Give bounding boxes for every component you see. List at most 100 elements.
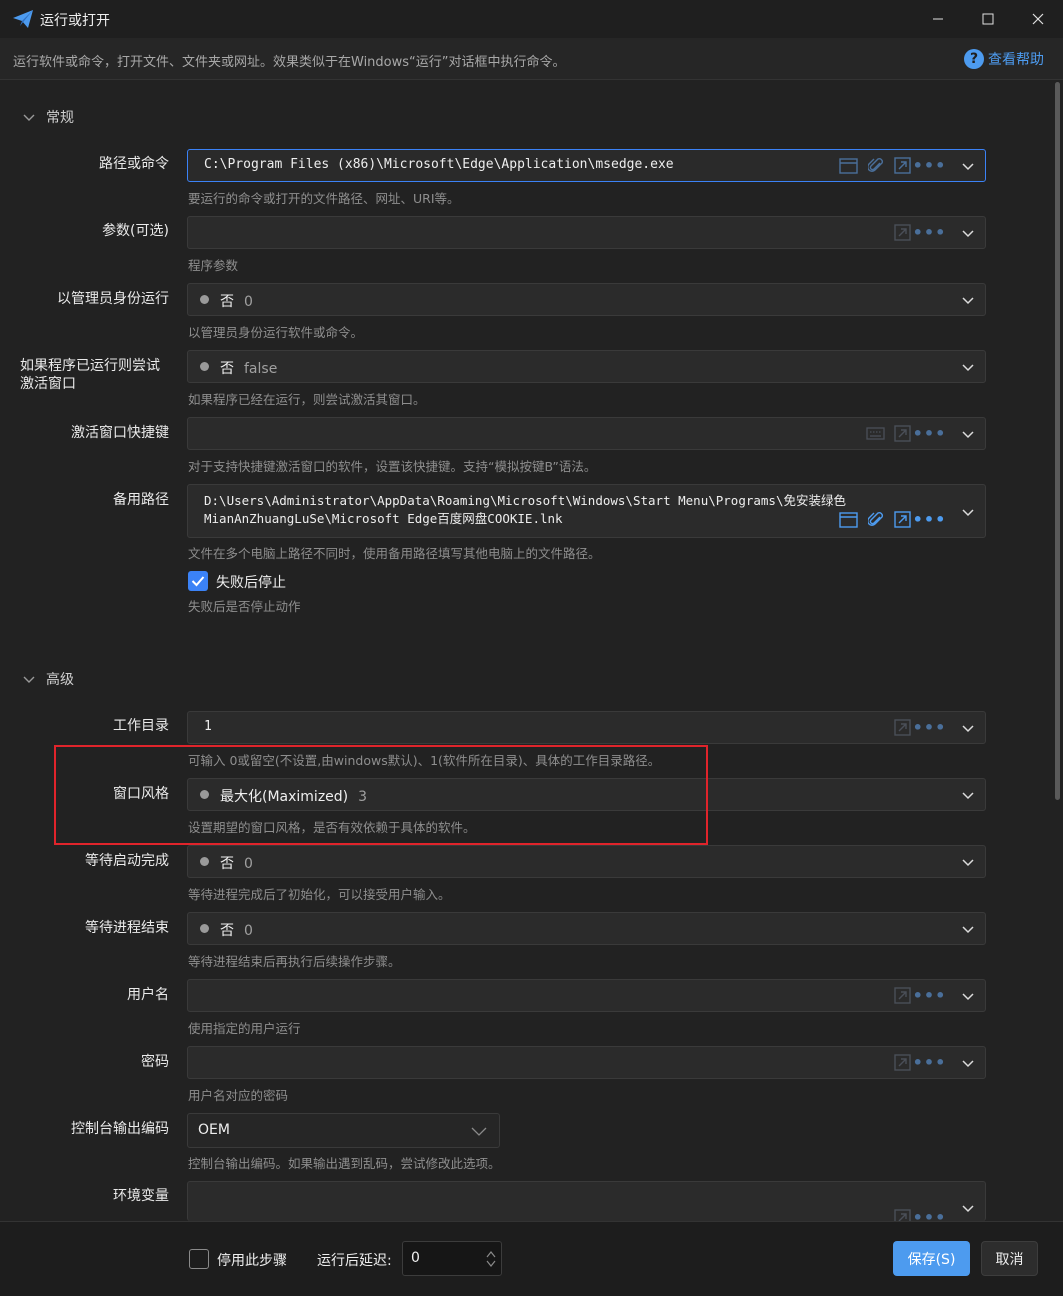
- open-external-icon[interactable]: [893, 510, 912, 529]
- close-button[interactable]: [1013, 0, 1063, 38]
- username-label: 用户名: [127, 987, 169, 1003]
- more-icon[interactable]: •••: [913, 986, 946, 1005]
- chevron-down-icon[interactable]: [961, 1056, 975, 1070]
- attach-icon[interactable]: [866, 510, 885, 529]
- section-title: 高级: [46, 672, 74, 688]
- maximize-button[interactable]: [963, 0, 1013, 38]
- wait-start-selected-value: 0: [244, 856, 253, 872]
- workdir-input[interactable]: 1 •••: [187, 711, 986, 744]
- path-label: 路径或命令: [99, 156, 169, 172]
- admin-select[interactable]: 否0: [187, 283, 986, 316]
- path-input[interactable]: C:\Program Files (x86)\Microsoft\Edge\Ap…: [187, 149, 986, 182]
- minimize-icon: [933, 18, 943, 20]
- activate-hint: 如果程序已经在运行，则尝试激活其窗口。: [188, 392, 426, 407]
- args-label: 参数(可选): [102, 223, 169, 239]
- save-button[interactable]: 保存(S): [893, 1241, 970, 1276]
- stop-on-fail-hint: 失败后是否停止动作: [188, 599, 301, 614]
- chevron-down-icon[interactable]: [961, 721, 975, 735]
- wait-start-select[interactable]: 否0: [187, 845, 986, 878]
- open-external-icon[interactable]: [893, 156, 912, 175]
- minimize-button[interactable]: [913, 0, 963, 38]
- username-input[interactable]: •••: [187, 979, 986, 1012]
- status-dot: [200, 924, 209, 933]
- hotkey-hint: 对于支持快捷键激活窗口的软件，设置该快捷键。支持“模拟按键B”语法。: [188, 459, 597, 474]
- chevron-down-icon[interactable]: [961, 159, 975, 173]
- open-external-icon[interactable]: [893, 986, 912, 1005]
- activate-selected: 否: [220, 361, 234, 377]
- attach-icon[interactable]: [866, 156, 885, 175]
- status-dot: [200, 295, 209, 304]
- help-label: 查看帮助: [988, 52, 1044, 68]
- chevron-down-icon[interactable]: [961, 505, 975, 519]
- more-icon[interactable]: •••: [913, 510, 946, 529]
- workdir-value: 1: [204, 719, 212, 734]
- chevron-down-icon[interactable]: [961, 922, 975, 936]
- password-label: 密码: [141, 1054, 169, 1070]
- more-icon[interactable]: •••: [913, 1053, 946, 1072]
- wait-start-selected: 否: [220, 856, 234, 872]
- more-icon[interactable]: •••: [913, 718, 946, 737]
- wait-end-select[interactable]: 否0: [187, 912, 986, 945]
- admin-selected-value: 0: [244, 294, 253, 310]
- backup-path-line1: D:\Users\Administrator\AppData\Roaming\M…: [204, 493, 846, 508]
- chevron-down-icon[interactable]: [961, 226, 975, 240]
- password-input[interactable]: •••: [187, 1046, 986, 1079]
- chevron-down-icon[interactable]: [961, 360, 975, 374]
- env-input[interactable]: •••: [187, 1181, 986, 1227]
- keyboard-icon[interactable]: [866, 424, 885, 443]
- encoding-select[interactable]: OEM: [187, 1113, 500, 1148]
- wait-start-label: 等待启动完成: [85, 853, 169, 869]
- open-external-icon[interactable]: [893, 1053, 912, 1072]
- username-hint: 使用指定的用户运行: [188, 1021, 301, 1036]
- encoding-hint: 控制台输出编码。如果输出遇到乱码，尝试修改此选项。: [188, 1156, 501, 1171]
- more-icon[interactable]: •••: [913, 156, 946, 175]
- delay-input[interactable]: 0: [402, 1241, 502, 1276]
- encoding-selected: OEM: [198, 1122, 230, 1138]
- activate-label: 如果程序已运行则尝试激活窗口: [20, 358, 160, 392]
- chevron-down-icon[interactable]: [961, 1201, 975, 1215]
- checkmark-icon: [191, 576, 205, 587]
- chevron-down-icon[interactable]: [961, 293, 975, 307]
- section-general-header[interactable]: 常规: [22, 107, 74, 127]
- help-link[interactable]: ? 查看帮助: [964, 49, 1044, 69]
- wait-end-selected-value: 0: [244, 923, 253, 939]
- args-input[interactable]: •••: [187, 216, 986, 249]
- cancel-button[interactable]: 取消: [981, 1241, 1038, 1276]
- help-icon: ?: [964, 49, 984, 69]
- window-icon[interactable]: [839, 510, 858, 529]
- stop-on-fail-checkbox[interactable]: [188, 571, 208, 591]
- window-icon[interactable]: [839, 156, 858, 175]
- path-value: C:\Program Files (x86)\Microsoft\Edge\Ap…: [204, 157, 674, 172]
- more-icon[interactable]: •••: [913, 223, 946, 242]
- paper-plane-icon: [13, 10, 33, 28]
- spinner-icon[interactable]: [485, 1249, 497, 1269]
- stop-on-fail-label[interactable]: 失败后停止: [216, 572, 286, 592]
- status-dot: [200, 362, 209, 371]
- chevron-down-icon[interactable]: [961, 855, 975, 869]
- hotkey-input[interactable]: •••: [187, 417, 986, 450]
- chevron-down-icon[interactable]: [961, 788, 975, 802]
- delay-value: 0: [411, 1250, 420, 1266]
- vertical-scrollbar[interactable]: [1055, 82, 1060, 800]
- status-dot: [200, 857, 209, 866]
- chevron-down-icon[interactable]: [961, 989, 975, 1003]
- section-advanced-header[interactable]: 高级: [22, 669, 74, 689]
- backup-path-line2: MianAnZhuangLuSe\Microsoft Edge百度网盘COOKI…: [204, 511, 563, 526]
- open-external-icon[interactable]: [893, 424, 912, 443]
- backup-path-input[interactable]: D:\Users\Administrator\AppData\Roaming\M…: [187, 484, 986, 538]
- open-external-icon[interactable]: [893, 223, 912, 242]
- wait-end-label: 等待进程结束: [85, 920, 169, 936]
- backup-label: 备用路径: [113, 492, 169, 508]
- disable-step-checkbox[interactable]: [189, 1249, 209, 1269]
- title-bar: 运行或打开: [0, 0, 1063, 38]
- open-external-icon[interactable]: [893, 718, 912, 737]
- maximize-icon: [982, 13, 994, 25]
- chevron-down-icon: [23, 114, 35, 121]
- more-icon[interactable]: •••: [913, 424, 946, 443]
- path-hint: 要运行的命令或打开的文件路径、网址、URI等。: [188, 191, 460, 206]
- disable-step-label[interactable]: 停用此步骤: [217, 1250, 287, 1270]
- activate-select[interactable]: 否 false: [187, 350, 986, 383]
- description-bar: 运行软件或命令，打开文件、文件夹或网址。效果类似于在Windows“运行”对话框…: [0, 38, 1063, 80]
- admin-hint: 以管理员身份运行软件或命令。: [188, 325, 364, 340]
- chevron-down-icon[interactable]: [961, 427, 975, 441]
